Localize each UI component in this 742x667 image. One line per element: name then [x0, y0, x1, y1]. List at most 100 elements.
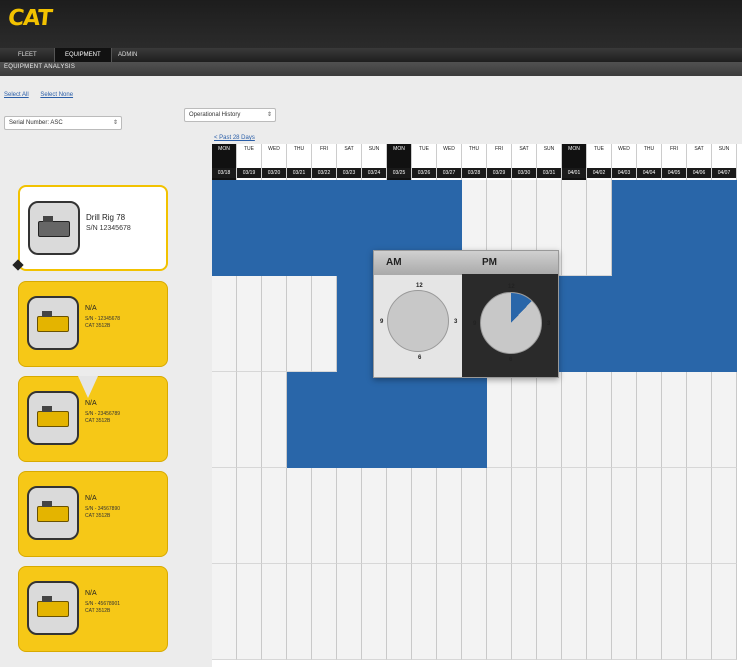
activity-cell[interactable]	[587, 468, 612, 564]
activity-cell[interactable]	[387, 564, 412, 660]
activity-cell[interactable]	[612, 276, 637, 372]
tab-fleet[interactable]: Fleet	[8, 48, 47, 62]
activity-cell[interactable]	[712, 372, 737, 468]
equipment-card[interactable]: N/A S/N - 45678901 CAT 3512B	[18, 566, 168, 652]
activity-cell[interactable]	[212, 276, 237, 372]
activity-cell[interactable]	[412, 372, 437, 468]
activity-cell[interactable]	[212, 564, 237, 660]
activity-cell[interactable]	[662, 468, 687, 564]
activity-cell[interactable]	[612, 180, 637, 276]
activity-cell[interactable]	[687, 180, 712, 276]
activity-cell[interactable]	[537, 372, 562, 468]
activity-cell[interactable]	[712, 276, 737, 372]
activity-cell[interactable]	[212, 372, 237, 468]
activity-cell[interactable]	[287, 372, 312, 468]
activity-cell[interactable]	[362, 468, 387, 564]
activity-cell[interactable]	[687, 372, 712, 468]
history-select[interactable]: Operational History ⇕	[184, 108, 276, 122]
activity-cell[interactable]	[387, 468, 412, 564]
activity-cell[interactable]	[287, 564, 312, 660]
activity-cell[interactable]	[437, 372, 462, 468]
tab-admin[interactable]: Admin	[108, 48, 147, 62]
activity-cell[interactable]	[637, 468, 662, 564]
activity-cell[interactable]	[587, 180, 612, 276]
activity-cell[interactable]	[312, 564, 337, 660]
activity-cell[interactable]	[712, 564, 737, 660]
activity-cell[interactable]	[287, 276, 312, 372]
activity-cell[interactable]	[637, 276, 662, 372]
activity-cell[interactable]	[437, 564, 462, 660]
activity-cell[interactable]	[412, 468, 437, 564]
activity-cell[interactable]	[337, 180, 362, 276]
activity-cell[interactable]	[362, 564, 387, 660]
activity-cell[interactable]	[487, 564, 512, 660]
activity-cell[interactable]	[237, 276, 262, 372]
sort-select[interactable]: Serial Number: ASC ⇕	[4, 116, 122, 130]
activity-cell[interactable]	[662, 180, 687, 276]
activity-cell[interactable]	[262, 180, 287, 276]
activity-cell[interactable]	[662, 276, 687, 372]
activity-cell[interactable]	[287, 180, 312, 276]
tab-equipment[interactable]: Equipment	[54, 48, 112, 62]
select-none-link[interactable]: Select None	[40, 92, 73, 98]
activity-cell[interactable]	[337, 276, 362, 372]
activity-cell[interactable]	[287, 468, 312, 564]
activity-cell[interactable]	[237, 564, 262, 660]
activity-cell[interactable]	[537, 468, 562, 564]
activity-cell[interactable]	[562, 180, 587, 276]
activity-cell[interactable]	[612, 468, 637, 564]
activity-cell[interactable]	[487, 372, 512, 468]
activity-cell[interactable]	[337, 372, 362, 468]
activity-cell[interactable]	[312, 468, 337, 564]
activity-cell[interactable]	[337, 468, 362, 564]
activity-cell[interactable]	[662, 564, 687, 660]
activity-cell[interactable]	[537, 564, 562, 660]
activity-cell[interactable]	[512, 372, 537, 468]
activity-cell[interactable]	[237, 468, 262, 564]
activity-cell[interactable]	[312, 372, 337, 468]
activity-cell[interactable]	[462, 372, 487, 468]
activity-cell[interactable]	[587, 372, 612, 468]
activity-cell[interactable]	[412, 564, 437, 660]
activity-cell[interactable]	[312, 276, 337, 372]
activity-cell[interactable]	[587, 564, 612, 660]
activity-cell[interactable]	[362, 372, 387, 468]
activity-cell[interactable]	[712, 468, 737, 564]
activity-cell[interactable]	[562, 468, 587, 564]
activity-cell[interactable]	[612, 564, 637, 660]
activity-cell[interactable]	[562, 564, 587, 660]
activity-cell[interactable]	[212, 180, 237, 276]
activity-cell[interactable]	[487, 468, 512, 564]
activity-cell[interactable]	[262, 276, 287, 372]
activity-cell[interactable]	[262, 372, 287, 468]
past-28-days-link[interactable]: < Past 28 Days	[214, 135, 255, 141]
activity-cell[interactable]	[462, 468, 487, 564]
activity-cell[interactable]	[337, 564, 362, 660]
activity-cell[interactable]	[562, 372, 587, 468]
activity-cell[interactable]	[687, 468, 712, 564]
activity-cell[interactable]	[212, 468, 237, 564]
activity-cell[interactable]	[237, 180, 262, 276]
activity-cell[interactable]	[637, 372, 662, 468]
activity-cell[interactable]	[512, 564, 537, 660]
activity-cell[interactable]	[512, 468, 537, 564]
activity-cell[interactable]	[587, 276, 612, 372]
activity-cell[interactable]	[262, 468, 287, 564]
activity-cell[interactable]	[462, 564, 487, 660]
activity-cell[interactable]	[237, 372, 262, 468]
activity-cell[interactable]	[437, 468, 462, 564]
activity-cell[interactable]	[687, 564, 712, 660]
activity-cell[interactable]	[262, 564, 287, 660]
select-all-link[interactable]: Select All	[4, 92, 29, 98]
equipment-card[interactable]: N/A S/N - 12345678 CAT 3512B	[18, 281, 168, 367]
activity-cell[interactable]	[662, 372, 687, 468]
activity-cell[interactable]	[312, 180, 337, 276]
equipment-card[interactable]: Drill Rig 78 S/N 12345678	[12, 185, 168, 271]
activity-cell[interactable]	[637, 564, 662, 660]
activity-cell[interactable]	[687, 276, 712, 372]
activity-cell[interactable]	[562, 276, 587, 372]
activity-cell[interactable]	[712, 180, 737, 276]
activity-cell[interactable]	[612, 372, 637, 468]
equipment-card[interactable]: N/A S/N - 34567890 CAT 3512B	[18, 471, 168, 557]
activity-cell[interactable]	[637, 180, 662, 276]
